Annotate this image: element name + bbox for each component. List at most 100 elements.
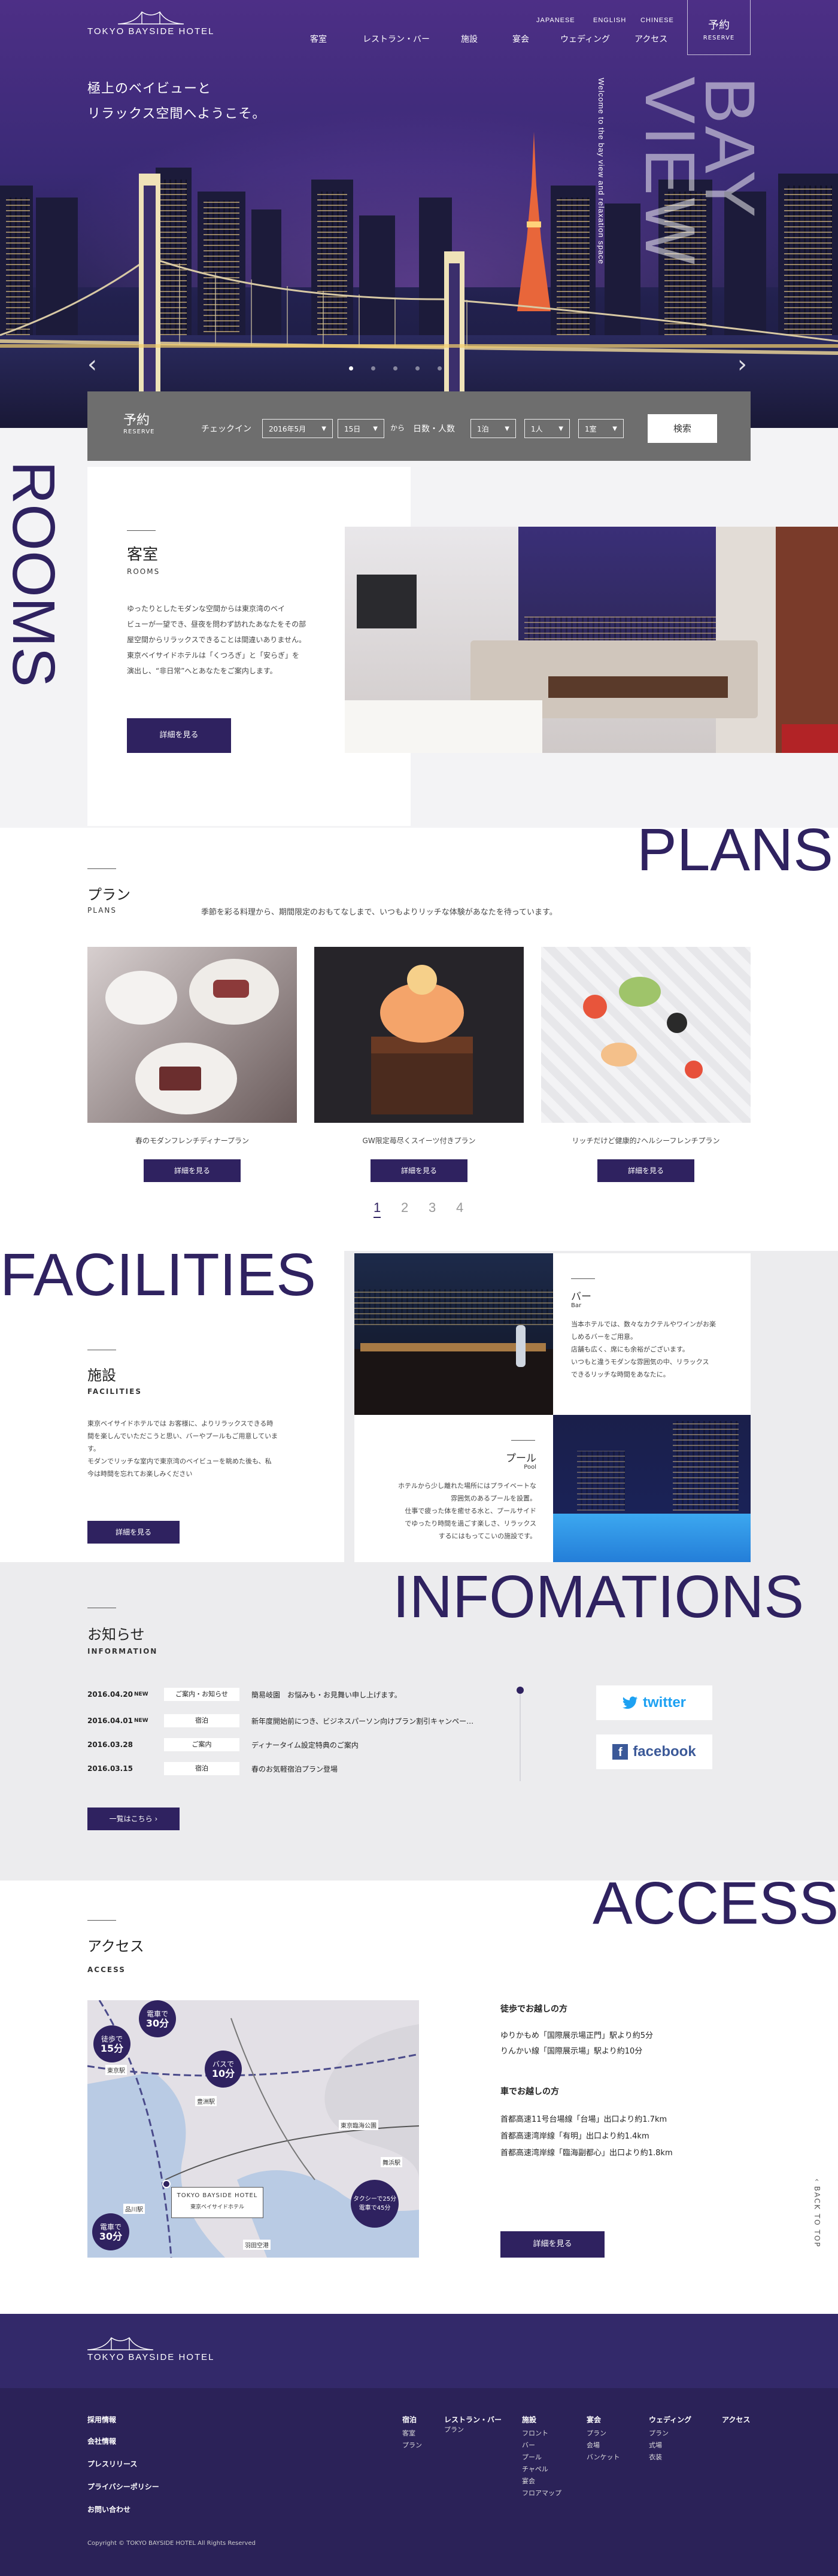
facebook-button[interactable]: f facebook xyxy=(596,1734,712,1769)
header-reserve-button[interactable]: 予約 RESERVE xyxy=(687,0,751,55)
footer-sublink[interactable]: 宴会 xyxy=(522,2475,561,2487)
footer-sublink[interactable]: バンケット xyxy=(587,2452,620,2463)
rooms-select[interactable]: 1室 ▼ xyxy=(578,419,624,438)
access-big-title: ACCESS xyxy=(593,1870,838,1937)
nav-banquet[interactable]: 宴会 xyxy=(512,33,529,45)
footer-link-contact[interactable]: お問い合わせ xyxy=(87,2504,130,2514)
footer-col-restaurant[interactable]: レストラン・バー xyxy=(444,2414,502,2425)
footer-sublink[interactable]: プール xyxy=(522,2452,561,2463)
hotel-logo[interactable]: TOKYO BAYSIDE HOTEL xyxy=(87,10,215,37)
access-map[interactable]: 電車で 30分 徒歩で 15分 バスで 10分 電車で 30分 タクシーで25分 電車で4… xyxy=(87,2000,419,2258)
news-item[interactable]: 2016.04.01 NEW 宿泊 新年度開始前につき、ビジネスパーソン向けプラ… xyxy=(87,1714,473,1727)
nav-facilities[interactable]: 施設 xyxy=(461,33,478,45)
rooms-detail-button[interactable]: 詳細を見る xyxy=(127,718,231,753)
news-item[interactable]: 2016.04.20 NEW ご案内・お知らせ 簡易岐園 お悩みも・お見舞い申し… xyxy=(87,1688,402,1701)
slide-dot[interactable] xyxy=(349,366,353,370)
facilities-subtitle: FACILITIES xyxy=(87,1387,142,1396)
pager-page-2[interactable]: 2 xyxy=(401,1200,408,1216)
map-hotel-label: TOKYO BAYSIDE HOTEL 東京ベイサイドホテル xyxy=(171,2187,263,2218)
footer-sublink[interactable]: チャペル xyxy=(522,2463,561,2475)
news-text: 春のお気軽宿泊プラン登場 xyxy=(251,1764,338,1773)
hero-slide-dots xyxy=(349,366,442,370)
facilities-detail-button[interactable]: 詳細を見る xyxy=(87,1521,180,1544)
news-list-button[interactable]: 一覧はこちら › xyxy=(87,1808,180,1830)
footer-sublink[interactable]: プラン xyxy=(444,2424,464,2436)
footer-col-banquet-links: プラン 会場 バンケット xyxy=(587,2428,620,2463)
hero-copy-line1: 極上のベイビューと xyxy=(87,81,212,96)
back-to-top-link[interactable]: ‹ BACK TO TOP xyxy=(813,2179,821,2248)
bar-title: バー xyxy=(571,1291,591,1303)
footer-link-recruit[interactable]: 採用情報 xyxy=(87,2414,116,2425)
plans-big-title: PLANS xyxy=(637,816,833,883)
footer-sublink[interactable]: フロアマップ xyxy=(522,2487,561,2499)
footer-link-privacy[interactable]: プライバシーポリシー xyxy=(87,2481,159,2492)
rooms-desc-line: 東京ベイサイドホテルは「くつろぎ」と「安らぎ」を xyxy=(127,651,300,660)
map-badge-line2: 30分 xyxy=(99,2231,123,2242)
plan-detail-button[interactable]: 詳細を見る xyxy=(597,1159,694,1182)
footer-sublink[interactable]: プラン xyxy=(402,2440,422,2452)
map-place-label: 品川駅 xyxy=(123,2204,145,2214)
footer-col-wedding[interactable]: ウェディング xyxy=(649,2414,691,2425)
lang-japanese[interactable]: JAPANESE xyxy=(536,17,575,24)
bar-desc-line: できるリッチな時間をあなたに。 xyxy=(571,1371,670,1378)
lang-chinese[interactable]: CHINESE xyxy=(640,17,674,24)
pager-page-4[interactable]: 4 xyxy=(456,1200,463,1216)
rooms-big-title: ROOMS xyxy=(0,461,67,687)
news-item[interactable]: 2016.03.15 宿泊 春のお気軽宿泊プラン登場 xyxy=(87,1762,338,1775)
footer-sublink[interactable]: 衣装 xyxy=(649,2452,669,2463)
lang-english[interactable]: ENGLISH xyxy=(593,17,626,24)
map-place-label: 東京臨海公園 xyxy=(339,2120,378,2130)
footer-logo[interactable]: TOKYO BAYSIDE HOTEL xyxy=(87,2335,215,2362)
room-bed xyxy=(345,700,542,753)
footer-sublink[interactable]: プラン xyxy=(649,2428,669,2440)
slide-dot[interactable] xyxy=(438,366,442,370)
slide-dot[interactable] xyxy=(393,366,397,370)
plan-detail-button[interactable]: 詳細を見る xyxy=(371,1159,467,1182)
rooms-subtitle: ROOMS xyxy=(127,567,160,576)
nav-wedding[interactable]: ウェディング xyxy=(560,33,610,45)
pager-page-3[interactable]: 3 xyxy=(429,1200,436,1216)
footer-link-press[interactable]: プレスリリース xyxy=(87,2459,137,2469)
twitter-button[interactable]: twitter xyxy=(596,1685,712,1720)
search-button[interactable]: 検索 xyxy=(648,414,717,443)
hero-next-arrow-icon[interactable]: › xyxy=(737,351,747,378)
scroll-track[interactable] xyxy=(520,1691,521,1781)
heading-rule xyxy=(571,1278,595,1279)
back-to-top-label: BACK TO TOP xyxy=(813,2186,821,2248)
news-item[interactable]: 2016.03.28 ご案内 ディナータイム設定特典のご案内 xyxy=(87,1738,359,1751)
people-value: 1人 xyxy=(531,424,543,433)
nav-rooms[interactable]: 客室 xyxy=(310,33,327,45)
footer-sublink[interactable]: バー xyxy=(522,2440,561,2452)
month-select[interactable]: 2016年5月 ▼ xyxy=(262,419,333,438)
footer-col-rooms[interactable]: 宿泊 xyxy=(402,2414,417,2425)
footer-col-access[interactable]: アクセス xyxy=(722,2414,750,2425)
nav-access[interactable]: アクセス xyxy=(634,33,667,45)
plan-detail-button[interactable]: 詳細を見る xyxy=(144,1159,241,1182)
footer-sublink[interactable]: 客室 xyxy=(402,2428,422,2440)
footer-sublink[interactable]: フロント xyxy=(522,2428,561,2440)
pager-page-1[interactable]: 1 xyxy=(374,1200,381,1218)
day-select[interactable]: 15日 ▼ xyxy=(338,419,384,438)
nav-restaurant-bar[interactable]: レストラン・バー xyxy=(363,33,430,45)
news-date: 2016.03.15 xyxy=(87,1764,133,1773)
footer-col-banquet[interactable]: 宴会 xyxy=(587,2414,601,2425)
nights-select[interactable]: 1泊 ▼ xyxy=(470,419,516,438)
access-detail-button[interactable]: 詳細を見る xyxy=(500,2231,605,2258)
slide-dot[interactable] xyxy=(415,366,420,370)
footer-col-facilities[interactable]: 施設 xyxy=(522,2414,536,2425)
plan-image-healthy[interactable] xyxy=(541,947,751,1123)
footer-link-company[interactable]: 会社情報 xyxy=(87,2436,116,2446)
pool-photo xyxy=(553,1415,751,1579)
plan-image-sweets[interactable] xyxy=(314,947,524,1123)
bar-desc-line: 当本ホテルでは、数々なカクテルやワインがお楽 xyxy=(571,1320,716,1328)
plan-image-dinner[interactable] xyxy=(87,947,297,1123)
footer-sublink[interactable]: 会場 xyxy=(587,2440,620,2452)
people-select[interactable]: 1人 ▼ xyxy=(524,419,570,438)
footer-sublink[interactable]: 式場 xyxy=(649,2440,669,2452)
footer-sublink[interactable]: プラン xyxy=(587,2428,620,2440)
scroll-handle[interactable] xyxy=(517,1687,524,1694)
walk-line: ゆりかもめ「国際展示場正門」駅より約5分 xyxy=(500,2031,654,2040)
slide-dot[interactable] xyxy=(371,366,375,370)
news-new-badge: NEW xyxy=(134,1718,148,1724)
hero-prev-arrow-icon[interactable]: ‹ xyxy=(87,351,97,378)
